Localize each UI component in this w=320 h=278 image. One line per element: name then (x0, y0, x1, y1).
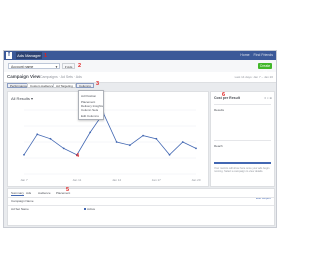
x-tick-label: Jan 20 (191, 178, 200, 182)
status-text: Active (87, 207, 96, 211)
annotation-marker: 4 (76, 153, 80, 159)
menu-item[interactable]: Ad Position (81, 94, 96, 98)
x-tick-label: Jan 17 (152, 178, 161, 182)
status-dot-icon (84, 208, 86, 210)
create-ad-button[interactable]: Create Ad (258, 63, 272, 74)
status-badge: Active (84, 207, 95, 211)
annotation-marker: 1 (44, 53, 48, 59)
divider (214, 140, 271, 141)
menu-item[interactable]: Column Sets (81, 108, 98, 112)
data-point[interactable] (62, 147, 65, 150)
view-tabs: Performance Custom Audiences Ad Targetin… (4, 82, 276, 89)
panel-label: Reach (214, 144, 223, 148)
data-point[interactable] (115, 141, 118, 143)
home-link[interactable]: Home (240, 53, 249, 57)
data-point[interactable] (36, 133, 39, 136)
date-range-picker[interactable]: Last 14 days: Jan 7 – Jan 20 (235, 75, 273, 79)
divider (214, 104, 271, 105)
menu-item[interactable]: Edit Columns (81, 114, 99, 118)
panel-title: Cost per Result (214, 96, 240, 100)
data-point[interactable] (49, 137, 52, 140)
tab-summary[interactable]: Summary (11, 191, 24, 196)
x-tick-label: Jan 14 (112, 178, 121, 182)
data-point[interactable] (23, 153, 25, 156)
x-tick-label: Jan 11 (73, 178, 82, 182)
page-title: Campaign View (7, 74, 41, 79)
data-point[interactable] (195, 147, 197, 150)
panel-action-icons[interactable]: ≡ × ⊕ (264, 96, 272, 100)
x-tick-label: Jan 7 (20, 178, 28, 182)
results-chart-card: All Results ▾ Jan 7 Jan 11 Jan 14 Jan 17 Jan… (7, 91, 209, 187)
ads-manager-screenshot: f Ads Manager Home Find Friends 1 Accoun… (3, 50, 277, 228)
account-select[interactable]: Account name ▼ (8, 63, 60, 69)
metric-detail-panel: Cost per Result ≡ × ⊕ Results Reach Your… (210, 91, 275, 187)
reach-bar (214, 162, 271, 164)
data-point[interactable] (181, 141, 184, 143)
data-point[interactable] (155, 137, 158, 140)
annotation-marker: 5 (66, 187, 70, 193)
tab-ad-targeting[interactable]: Ad Targeting (53, 83, 76, 88)
top-links: Home Find Friends (237, 53, 273, 58)
account-select-value: Account name (11, 65, 34, 69)
annotation-marker: 6 (222, 92, 226, 98)
results-line-chart: Jan 7 Jan 11 Jan 14 Jan 17 Jan 20 (20, 109, 201, 182)
tab-audience[interactable]: Audience (38, 191, 51, 195)
results-table-card: Summary Ads Audience Placement Edit Repo… (7, 188, 275, 226)
facebook-logo-icon[interactable]: f (6, 52, 12, 59)
annotation-marker: 2 (78, 63, 82, 69)
table-row[interactable]: Ad Set Name Active (8, 205, 274, 212)
columns-dropdown-menu: Ad Position Placement Delivery Insights … (78, 90, 104, 120)
data-point[interactable] (128, 144, 131, 147)
row-name: Ad Set Name (11, 207, 29, 211)
data-point[interactable] (168, 153, 171, 156)
find-friends-link[interactable]: Find Friends (254, 53, 273, 57)
data-point[interactable] (89, 131, 92, 134)
tab-ads[interactable]: Ads (26, 191, 31, 195)
column-header: Campaign Name (11, 199, 34, 203)
table-header-row: Campaign Name (8, 197, 274, 204)
data-point[interactable] (142, 134, 144, 137)
annotation-marker: 3 (96, 81, 100, 87)
series-line (23, 112, 197, 156)
panel-label: Results (214, 108, 225, 112)
secondary-select[interactable]: ▾ Ads (62, 63, 76, 69)
panel-note: Your metrics will show here once your ad… (214, 167, 270, 174)
breadcrumb[interactable]: Campaigns · Ad Sets · Ads (40, 75, 82, 79)
tab-columns[interactable]: Columns (76, 83, 94, 88)
chevron-down-icon: ▼ (55, 65, 58, 69)
app-name-button[interactable]: Ads Manager (16, 52, 42, 59)
